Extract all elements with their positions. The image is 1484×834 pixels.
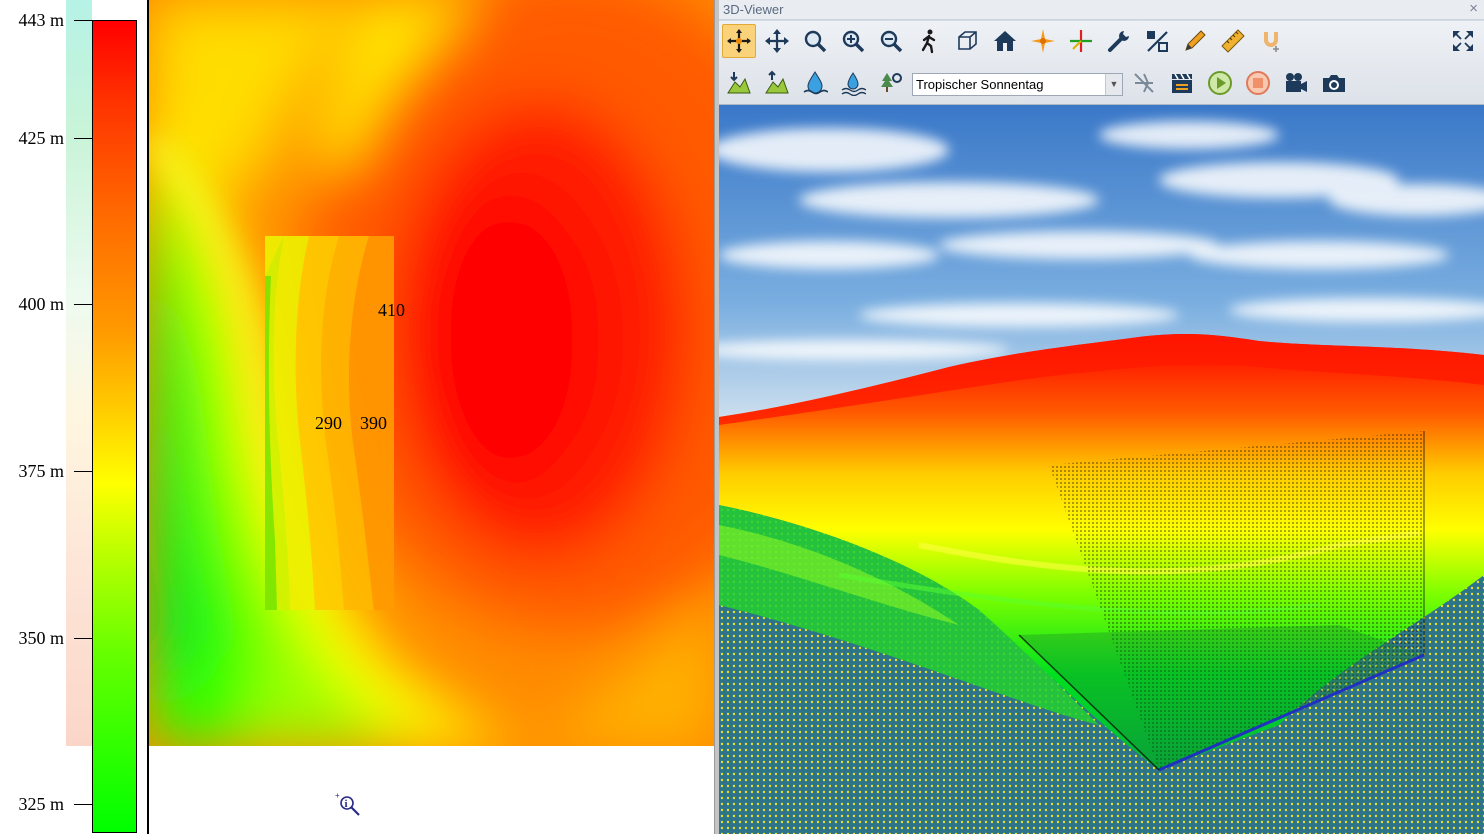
magnet-icon[interactable] [1254,24,1288,58]
axes-cross-icon[interactable] [1064,24,1098,58]
contour-label: 390 [360,413,387,433]
water-drop-icon[interactable] [798,66,832,100]
zoom-out-icon[interactable] [874,24,908,58]
legend-label: 325 m [18,794,64,814]
pencil-icon[interactable] [1178,24,1212,58]
stop-icon[interactable] [1241,66,1275,100]
pan-crosshair-icon[interactable] [722,24,756,58]
box-icon[interactable] [950,24,984,58]
tree-settings-icon[interactable] [874,66,908,100]
3d-scene-viewport[interactable] [719,105,1484,834]
info-magnifier-icon: i + [335,791,360,816]
disabled-plane-icon[interactable] [1127,66,1161,100]
contour-label: 290 [315,413,342,433]
zoom-icon[interactable] [798,24,832,58]
legend-tick [74,304,92,305]
viewer-window: 3D-Viewer × Tropischer Sonnentag ▼ [719,0,1484,834]
legend-label: 400 m [18,294,64,314]
expand-arrows-icon[interactable] [1446,24,1480,58]
home-icon[interactable] [988,24,1022,58]
legend-label: 350 m [18,628,64,648]
legend-tick [74,804,92,805]
map-view[interactable]: 443 m 425 m 400 m 375 m 350 m 325 m 410 … [0,0,714,834]
legend-label: 443 m [18,10,64,30]
clapperboard-icon[interactable] [1165,66,1199,100]
photo-camera-icon[interactable] [1317,66,1351,100]
viewer-title: 3D-Viewer [723,2,784,17]
sky-preset-value: Tropischer Sonnentag [916,77,1044,92]
viewer-title-bar: 3D-Viewer × [719,0,1484,20]
zoom-in-icon[interactable] [836,24,870,58]
orange-star-icon[interactable] [1026,24,1060,58]
svg-text:+: + [335,791,340,800]
terrain-up-icon[interactable] [760,66,794,100]
chevron-down-icon[interactable]: ▼ [1105,74,1122,95]
elevation-color-scale [92,20,137,833]
video-camera-icon[interactable] [1279,66,1313,100]
legend-label: 375 m [18,461,64,481]
legend-tick [74,20,92,21]
close-icon[interactable]: × [1469,0,1478,18]
legend-background [66,0,92,746]
viewer-toolbar: Tropischer Sonnentag ▼ [719,21,1484,105]
sky-preset-select[interactable]: Tropischer Sonnentag ▼ [912,73,1123,96]
elevation-heatmap[interactable] [149,0,714,746]
walk-icon[interactable] [912,24,946,58]
svg-text:i: i [345,798,348,810]
legend-tick [74,138,92,139]
legend-tick [74,638,92,639]
legend-label: 425 m [18,128,64,148]
terrain-down-icon[interactable] [722,66,756,100]
percent-layers-icon[interactable] [1140,24,1174,58]
contour-label: 410 [378,300,405,320]
legend-tick [74,471,92,472]
wrench-icon[interactable] [1102,24,1136,58]
play-icon[interactable] [1203,66,1237,100]
ruler-icon[interactable] [1216,24,1250,58]
move-arrows-icon[interactable] [760,24,794,58]
water-level-icon[interactable] [836,66,870,100]
